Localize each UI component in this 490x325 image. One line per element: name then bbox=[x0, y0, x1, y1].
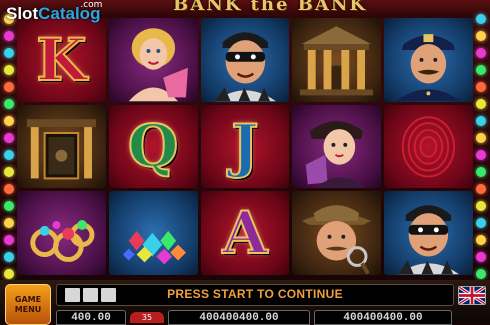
left-light-strip bbox=[2, 10, 16, 283]
letter-q: Q bbox=[127, 112, 180, 181]
symbol-a: A bbox=[200, 191, 290, 275]
menu-label-line2: MENU bbox=[14, 304, 42, 314]
symbol-j: J bbox=[200, 104, 290, 189]
symbol-fingerprint bbox=[384, 104, 473, 189]
symbol-showgirl bbox=[108, 18, 198, 102]
symbol-q: Q bbox=[108, 104, 198, 189]
game-title: BANK the BANK bbox=[173, 0, 367, 15]
message-bar: PRESS START TO CONTINUE bbox=[56, 284, 454, 306]
symbol-masked-robber bbox=[384, 191, 473, 275]
right-light-strip bbox=[474, 10, 488, 283]
symbol-bank-building bbox=[292, 18, 382, 102]
letter-k: K bbox=[35, 25, 87, 94]
letter-a: A bbox=[221, 199, 268, 268]
bet-chip[interactable]: 35 bbox=[130, 312, 164, 323]
watermark-tld: .com bbox=[80, 0, 103, 10]
symbol-k: K bbox=[17, 18, 106, 102]
symbol-masked-robber bbox=[200, 18, 290, 102]
reel-grid: K Q J A bbox=[17, 18, 473, 275]
symbol-bank-vault bbox=[17, 104, 106, 189]
letter-j: J bbox=[230, 112, 259, 181]
game-menu-button[interactable]: GAME MENU bbox=[5, 284, 51, 325]
language-flag-icon[interactable] bbox=[458, 286, 486, 305]
watermark-prefix: Slot bbox=[6, 4, 39, 23]
status-message: PRESS START TO CONTINUE bbox=[167, 287, 343, 301]
symbol-policeman bbox=[384, 18, 473, 102]
symbol-lady-with-fan bbox=[292, 104, 382, 189]
slotcatalog-watermark: SlotCatalog .com bbox=[6, 0, 102, 24]
menu-label-line1: GAME bbox=[14, 294, 42, 304]
symbol-gem-pile bbox=[108, 191, 198, 275]
symbol-detective bbox=[292, 191, 382, 275]
symbol-gold-rings bbox=[17, 191, 106, 275]
